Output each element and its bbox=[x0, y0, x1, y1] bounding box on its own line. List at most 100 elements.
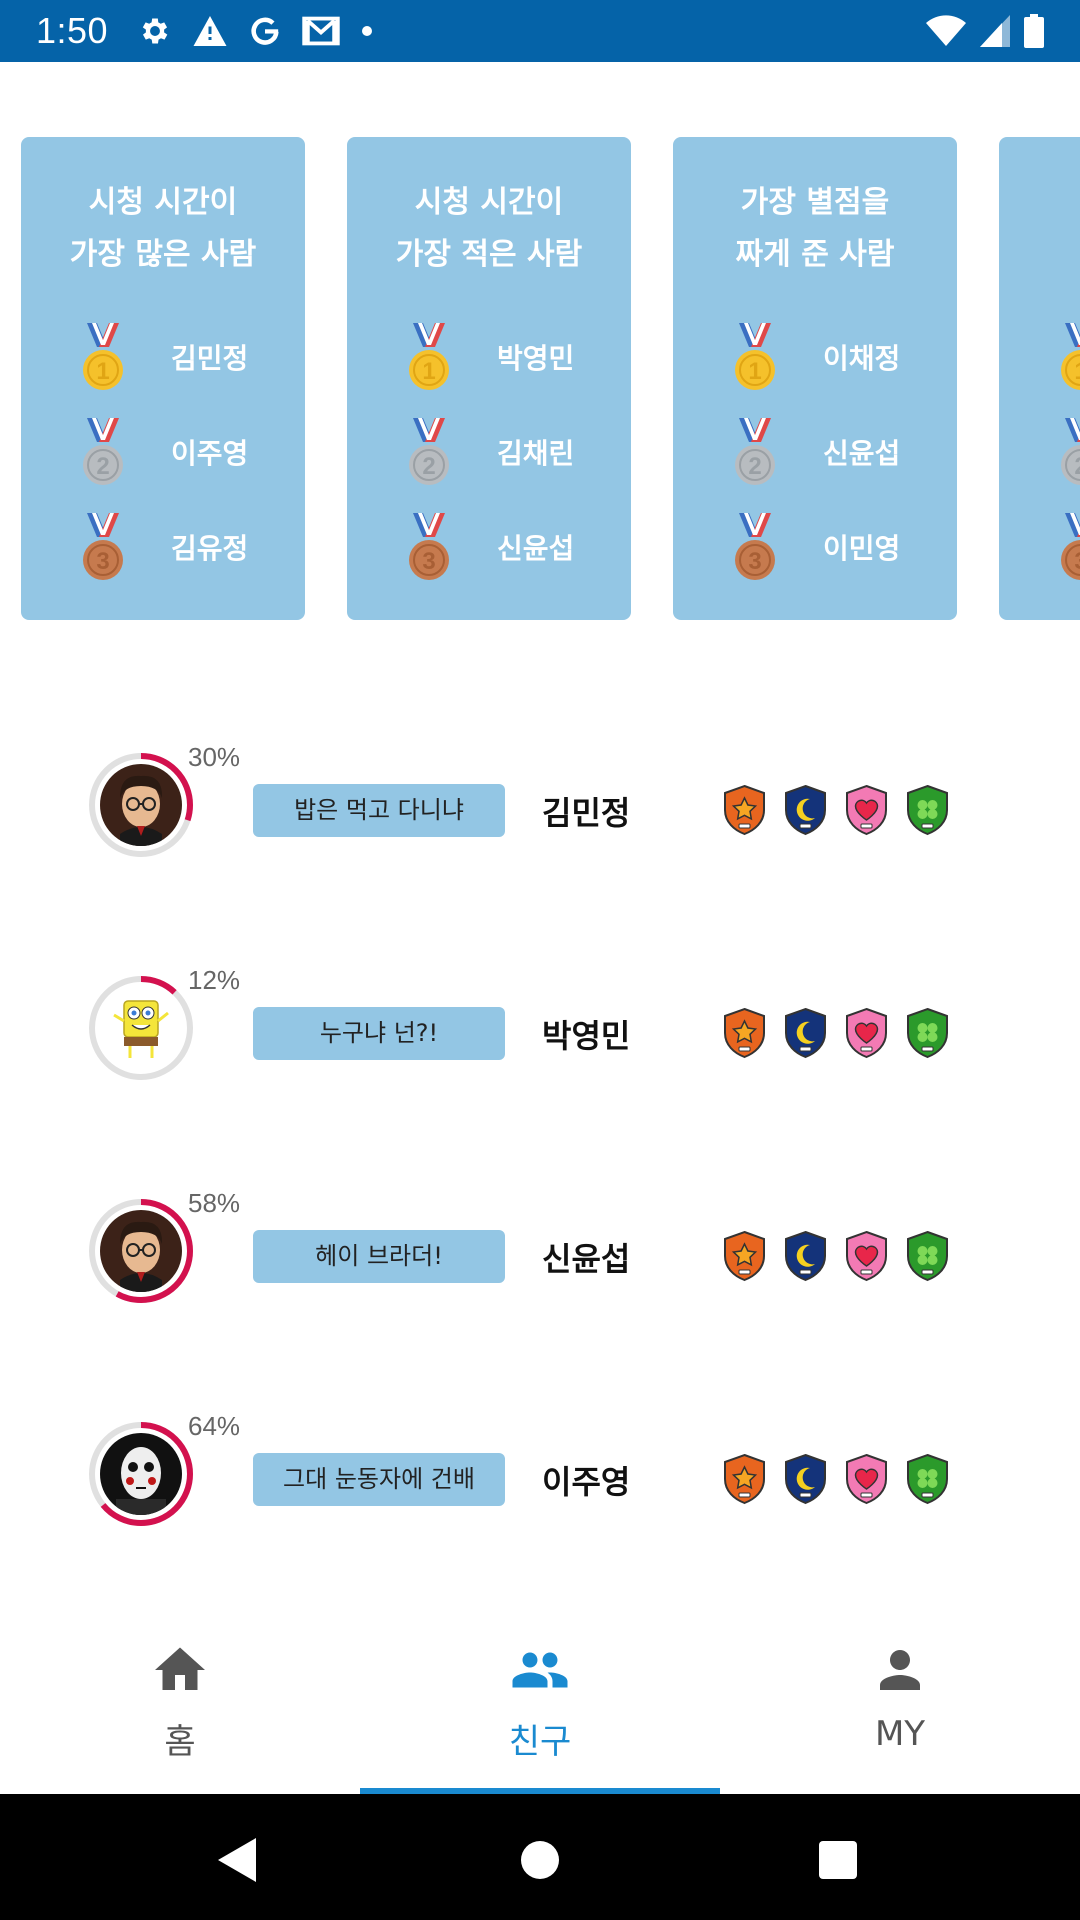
friend-row[interactable]: 30% 밥은 먹고 다니냐 김민정 bbox=[0, 742, 1080, 862]
clover-badge-icon bbox=[907, 1230, 948, 1282]
ranking-entry: 2 김채린 bbox=[347, 418, 631, 488]
nav-my-label: MY bbox=[874, 1714, 926, 1754]
badge-list bbox=[722, 1230, 950, 1282]
gold-medal-icon: 1 bbox=[409, 323, 449, 390]
status-bar: 1:50 bbox=[0, 0, 1080, 62]
moon-badge-icon bbox=[785, 784, 826, 836]
ranking-entry: 1 김민정 bbox=[21, 323, 305, 393]
ranking-entry: 2 신윤섭 bbox=[673, 418, 957, 488]
watch-percent: 58% bbox=[188, 1188, 241, 1218]
home-circle-icon[interactable] bbox=[518, 1836, 562, 1884]
ranking-entry: 3 김유정 bbox=[21, 513, 305, 583]
wifi-icon bbox=[926, 15, 966, 46]
ranking-name: 이주영 bbox=[171, 437, 249, 470]
ranking-cards-carousel[interactable]: 시청 시간이 가장 많은 사람 1 김민정 2 이주영 3 김유정 시청 시간이 가장 적은 … bbox=[0, 137, 1080, 620]
nav-home[interactable]: 홈 bbox=[0, 1604, 360, 1794]
bottom-navigation: 홈 친구 MY bbox=[0, 1604, 1080, 1794]
svg-text:3: 3 bbox=[96, 548, 109, 575]
back-icon[interactable] bbox=[216, 1836, 260, 1884]
svg-text:2: 2 bbox=[96, 453, 109, 480]
ranking-card[interactable]: 시청 시간이 가장 적은 사람 1 박영민 2 김채린 3 신윤섭 bbox=[347, 137, 631, 620]
system-icons bbox=[926, 12, 1044, 50]
gmail-icon bbox=[302, 16, 340, 46]
ranking-name: 이민영 bbox=[823, 532, 901, 565]
ranking-entry: 2 이주영 bbox=[21, 418, 305, 488]
star-badge-icon bbox=[724, 1007, 765, 1059]
watch-percent: 30% bbox=[188, 742, 241, 772]
svg-text:1: 1 bbox=[748, 358, 761, 385]
ranking-entry: 1 bbox=[999, 323, 1080, 393]
ranking-name: 신윤섭 bbox=[497, 532, 575, 565]
badge-list bbox=[722, 1007, 950, 1059]
clover-badge-icon bbox=[907, 1007, 948, 1059]
friends-icon bbox=[512, 1652, 568, 1688]
friend-name: 박영민 bbox=[542, 1017, 631, 1055]
watch-percent: 64% bbox=[188, 1411, 241, 1441]
ranking-entry: 2 bbox=[999, 418, 1080, 488]
friend-row[interactable]: 58% 헤이 브라더! 신윤섭 bbox=[0, 1188, 1080, 1308]
nav-friends-label: 친구 bbox=[508, 1722, 572, 1762]
gear-icon bbox=[142, 18, 168, 44]
badge-list bbox=[722, 1453, 950, 1505]
harry-potter-avatar[interactable] bbox=[100, 764, 182, 846]
heart-badge-icon bbox=[846, 1007, 887, 1059]
status-message: 그대 눈동자에 건배 bbox=[253, 1453, 505, 1506]
friend-name: 신윤섭 bbox=[542, 1240, 631, 1278]
person-icon bbox=[880, 1650, 920, 1690]
svg-text:2: 2 bbox=[422, 453, 435, 480]
recents-icon[interactable] bbox=[816, 1836, 860, 1884]
system-navigation-bar bbox=[0, 1794, 1080, 1920]
dot-icon bbox=[362, 26, 372, 36]
bronze-medal-icon: 3 bbox=[735, 513, 775, 580]
heart-badge-icon bbox=[846, 784, 887, 836]
ranking-card-title: 시청 시간이 가장 적은 사람 bbox=[395, 185, 583, 272]
bronze-medal-icon: 3 bbox=[83, 513, 123, 580]
ranking-entry: 1 박영민 bbox=[347, 323, 631, 393]
clover-badge-icon bbox=[907, 784, 948, 836]
friend-name: 이주영 bbox=[542, 1463, 631, 1501]
jigsaw-avatar[interactable] bbox=[100, 1433, 182, 1515]
ranking-card[interactable]: 가장 1 2 3 bbox=[999, 137, 1080, 620]
ranking-name: 박영민 bbox=[497, 342, 575, 375]
ranking-entry: 3 이민영 bbox=[673, 513, 957, 583]
svg-text:3: 3 bbox=[748, 548, 761, 575]
gold-medal-icon: 1 bbox=[1061, 323, 1080, 390]
silver-medal-icon: 2 bbox=[409, 418, 449, 485]
nav-friends[interactable]: 친구 bbox=[360, 1604, 720, 1794]
clover-badge-icon bbox=[907, 1453, 948, 1505]
heart-badge-icon bbox=[846, 1230, 887, 1282]
silver-medal-icon: 2 bbox=[1061, 418, 1080, 485]
badge-list bbox=[722, 784, 950, 836]
star-badge-icon bbox=[724, 1453, 765, 1505]
ranking-name: 김채린 bbox=[497, 437, 575, 470]
moon-badge-icon bbox=[785, 1230, 826, 1282]
moon-badge-icon bbox=[785, 1007, 826, 1059]
nav-my[interactable]: MY bbox=[720, 1604, 1080, 1794]
svg-text:2: 2 bbox=[1074, 453, 1080, 480]
ranking-name: 김민정 bbox=[171, 342, 249, 375]
spongebob-avatar[interactable] bbox=[100, 987, 182, 1069]
signal-icon bbox=[980, 15, 1010, 47]
ranking-entry: 3 bbox=[999, 513, 1080, 583]
harry-potter-avatar[interactable] bbox=[100, 1210, 182, 1292]
bronze-medal-icon: 3 bbox=[1061, 513, 1080, 580]
friend-row[interactable]: 12% 누구냐 넌?! 박영민 bbox=[0, 965, 1080, 1085]
bronze-medal-icon: 3 bbox=[409, 513, 449, 580]
status-message: 누구냐 넌?! bbox=[253, 1007, 505, 1060]
nav-home-label: 홈 bbox=[164, 1722, 196, 1762]
notification-icons bbox=[138, 12, 374, 50]
svg-text:3: 3 bbox=[1074, 548, 1080, 575]
heart-badge-icon bbox=[846, 1453, 887, 1505]
ranking-name: 이채정 bbox=[823, 342, 901, 375]
ranking-entry: 3 신윤섭 bbox=[347, 513, 631, 583]
ranking-card[interactable]: 시청 시간이 가장 많은 사람 1 김민정 2 이주영 3 김유정 bbox=[21, 137, 305, 620]
svg-text:1: 1 bbox=[1074, 358, 1080, 385]
status-message: 헤이 브라더! bbox=[253, 1230, 505, 1283]
warning-icon bbox=[193, 16, 227, 46]
ranking-card[interactable]: 가장 별점을 짜게 준 사람 1 이채정 2 신윤섭 3 이민영 bbox=[673, 137, 957, 620]
friend-name: 김민정 bbox=[542, 794, 631, 832]
gold-medal-icon: 1 bbox=[83, 323, 123, 390]
friend-row[interactable]: 64% 그대 눈동자에 건배 이주영 bbox=[0, 1411, 1080, 1531]
ranking-entry: 1 이채정 bbox=[673, 323, 957, 393]
battery-icon bbox=[1024, 14, 1044, 48]
